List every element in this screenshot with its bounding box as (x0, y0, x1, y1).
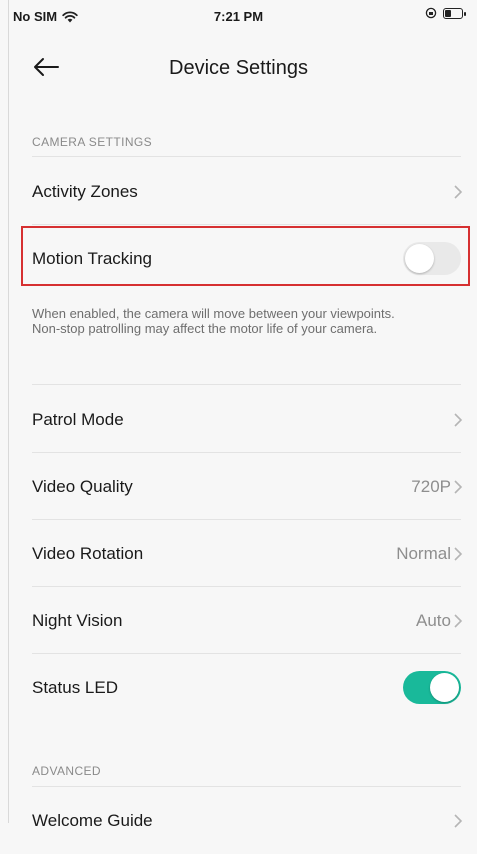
chevron-right-icon (454, 813, 463, 828)
divider (32, 156, 461, 157)
divider (32, 384, 461, 385)
night-vision-row[interactable]: Night Vision Auto (32, 587, 463, 654)
page-title: Device Settings (169, 57, 308, 79)
activity-zones-label: Activity Zones (32, 181, 138, 201)
section-header-advanced: ADVANCED (32, 764, 101, 778)
welcome-guide-label: Welcome Guide (32, 810, 153, 830)
chevron-right-icon (454, 546, 463, 561)
status-led-toggle[interactable] (403, 671, 461, 704)
highlight-box (21, 226, 470, 286)
video-quality-row[interactable]: Video Quality 720P (32, 453, 463, 520)
video-quality-label: Video Quality (32, 476, 133, 496)
left-edge-rule (8, 0, 9, 823)
video-rotation-label: Video Rotation (32, 543, 144, 563)
chevron-right-icon (454, 613, 463, 628)
battery-icon (443, 7, 466, 19)
nav-header: Device Settings (0, 48, 477, 88)
night-vision-label: Night Vision (32, 610, 123, 630)
status-led-label: Status LED (32, 677, 118, 697)
patrol-mode-row[interactable]: Patrol Mode (32, 386, 463, 453)
toggle-knob (430, 673, 459, 702)
night-vision-value: Auto (416, 610, 451, 630)
rotation-lock-icon (425, 7, 437, 19)
video-rotation-row[interactable]: Video Rotation Normal (32, 520, 463, 587)
video-quality-value: 720P (411, 476, 451, 496)
status-time: 7:21 PM (213, 9, 264, 24)
video-rotation-value: Normal (396, 543, 451, 563)
patrol-mode-label: Patrol Mode (32, 409, 124, 429)
welcome-guide-row[interactable]: Welcome Guide (32, 787, 463, 854)
activity-zones-row[interactable]: Activity Zones (32, 158, 463, 225)
section-header-camera-settings: CAMERA SETTINGS (32, 135, 153, 149)
chevron-right-icon (454, 184, 463, 199)
motion-tracking-description: When enabled, the camera will move betwe… (32, 306, 395, 336)
chevron-right-icon (454, 479, 463, 494)
status-bar: No SIM 7:21 PM (0, 0, 477, 34)
chevron-right-icon (454, 412, 463, 427)
status-led-row: Status LED (32, 654, 463, 721)
status-right (425, 7, 466, 19)
